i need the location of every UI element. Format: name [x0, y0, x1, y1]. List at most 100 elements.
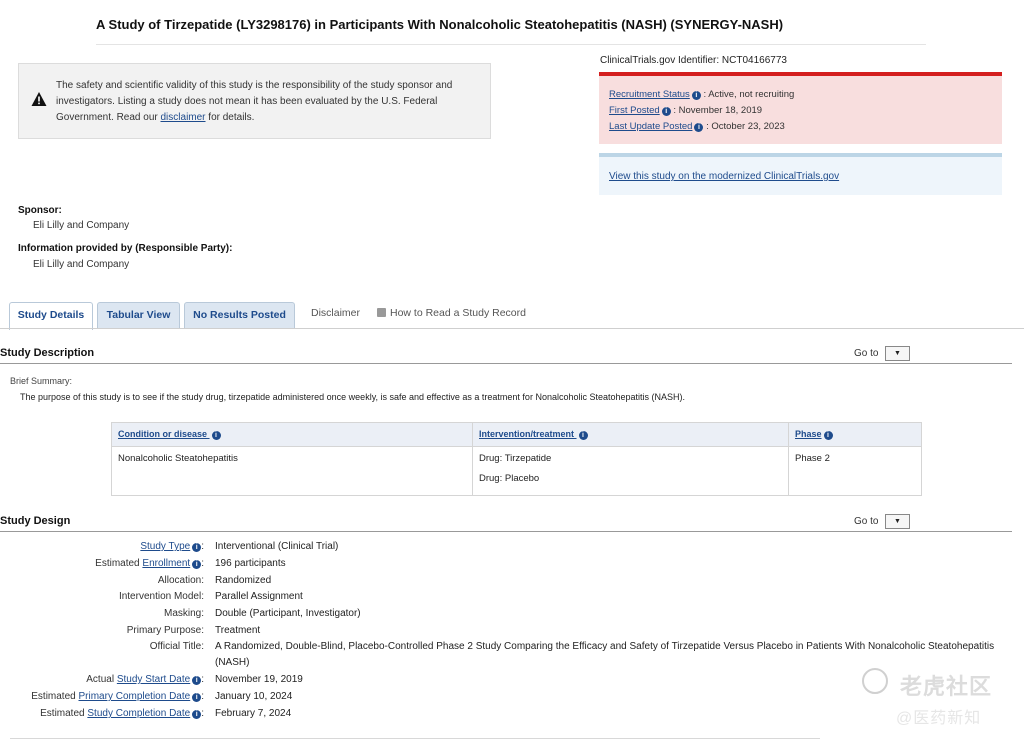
section-divider: [0, 531, 1012, 532]
design-value: Interventional (Clinical Trial): [215, 541, 339, 552]
sponsor-value: Eli Lilly and Company: [33, 220, 130, 231]
info-icon[interactable]: i: [192, 710, 202, 719]
document-icon: [377, 308, 386, 317]
watermark: 老虎社区 @医药新知: [862, 668, 1022, 738]
tab-study-details[interactable]: Study Details: [9, 302, 93, 330]
modernized-site-link[interactable]: View this study on the modernized Clinic…: [609, 171, 839, 182]
intervention-item: Drug: Tirzepatide: [479, 453, 552, 464]
recruitment-status-value: : Active, not recruiting: [703, 89, 795, 100]
notice-text: The safety and scientific validity of th…: [56, 78, 476, 126]
bottom-divider: [10, 738, 820, 739]
chevron-down-icon: ▼: [894, 518, 901, 525]
design-key: Estimated Study Completion Date i:: [40, 708, 204, 719]
how-to-read-label: How to Read a Study Record: [390, 307, 526, 319]
status-box: Recruitment Status i : Active, not recrui…: [599, 72, 1002, 144]
study-identifier: ClinicalTrials.gov Identifier: NCT041667…: [600, 55, 787, 66]
page-title: A Study of Tirzepatide (LY3298176) in Pa…: [96, 17, 784, 32]
study-design-heading: Study Design: [0, 515, 71, 527]
responsible-party-label: Information provided by (Responsible Par…: [18, 243, 233, 254]
table-row: Nonalcoholic Steatohepatitis Drug: Tirze…: [111, 446, 922, 496]
recruitment-status-row: Recruitment Status i : Active, not recrui…: [609, 89, 794, 100]
design-key: Estimated Primary Completion Date i:: [31, 691, 204, 702]
info-icon[interactable]: i: [192, 676, 202, 685]
responsible-party-value: Eli Lilly and Company: [33, 259, 130, 270]
info-icon[interactable]: i: [691, 91, 701, 100]
design-key: Masking:: [163, 608, 204, 619]
design-key: Intervention Model:: [118, 591, 204, 602]
conditions-table: Condition or disease i Intervention/trea…: [111, 422, 922, 496]
modernized-link-box: View this study on the modernized Clinic…: [599, 153, 1002, 195]
first-posted-row: First Posted i : November 18, 2019: [609, 105, 762, 116]
first-posted-value: : November 18, 2019: [673, 105, 763, 116]
notice-text-after: for details.: [205, 112, 255, 123]
condition-header-label: Condition or disease: [118, 429, 208, 439]
info-icon[interactable]: i: [578, 431, 588, 440]
tab-disclaimer[interactable]: Disclaimer: [311, 307, 360, 319]
design-value: Randomized: [215, 575, 272, 586]
design-key: Study Type i:: [140, 541, 204, 552]
last-update-row: Last Update Posted i : October 23, 2023: [609, 121, 785, 132]
warning-icon: [31, 92, 47, 106]
tab-no-results-posted[interactable]: No Results Posted: [184, 302, 295, 329]
phase-cell: Phase 2: [788, 446, 922, 496]
info-icon[interactable]: i: [823, 431, 833, 440]
study-type-link[interactable]: Study Type: [140, 541, 190, 552]
design-value: (NASH): [215, 657, 250, 668]
goto-dropdown-button[interactable]: ▼: [885, 346, 910, 361]
phase-header-label: Phase: [795, 429, 822, 439]
tabs-divider: [0, 328, 1024, 329]
brief-summary-text: The purpose of this study is to see if t…: [20, 392, 686, 402]
goto-label: Go to: [854, 516, 879, 527]
brief-summary-label: Brief Summary:: [10, 376, 73, 386]
design-value: A Randomized, Double-Blind, Placebo-Cont…: [215, 641, 995, 652]
study-start-date-link[interactable]: Study Start Date: [117, 674, 190, 685]
condition-header[interactable]: Condition or disease i: [111, 422, 473, 447]
condition-cell: Nonalcoholic Steatohepatitis: [111, 446, 473, 496]
info-icon[interactable]: i: [661, 107, 671, 116]
goto-label: Go to: [854, 348, 879, 359]
watermark-sub-text: @医药新知: [896, 710, 982, 727]
last-update-value: : October 23, 2023: [706, 121, 785, 132]
design-value: Parallel Assignment: [215, 591, 303, 602]
disclaimer-notice: The safety and scientific validity of th…: [18, 63, 491, 139]
design-value: February 7, 2024: [215, 708, 292, 719]
table-header-row: Condition or disease i Intervention/trea…: [111, 422, 922, 447]
design-value: November 19, 2019: [215, 674, 303, 685]
design-value: Double (Participant, Investigator): [215, 608, 361, 619]
identifier-value: NCT04166773: [721, 55, 787, 66]
tab-tabular-view[interactable]: Tabular View: [97, 302, 180, 329]
design-value: January 10, 2024: [215, 691, 293, 702]
design-key: Actual Study Start Date i:: [86, 674, 204, 685]
phase-header[interactable]: Phase i: [788, 422, 922, 447]
recruitment-status-link[interactable]: Recruitment Status: [609, 89, 690, 100]
info-icon[interactable]: i: [192, 560, 202, 569]
info-icon[interactable]: i: [211, 431, 221, 440]
tab-how-to-read[interactable]: How to Read a Study Record: [377, 307, 526, 319]
intervention-header[interactable]: Intervention/treatment i: [472, 422, 789, 447]
design-key: Primary Purpose:: [126, 625, 204, 636]
primary-completion-date-link[interactable]: Primary Completion Date: [79, 691, 191, 702]
intervention-item: Drug: Placebo: [479, 473, 540, 484]
chevron-down-icon: ▼: [894, 350, 901, 357]
intervention-cell: Drug: Tirzepatide Drug: Placebo: [472, 446, 789, 496]
info-icon[interactable]: i: [192, 693, 202, 702]
study-completion-date-link[interactable]: Study Completion Date: [87, 708, 190, 719]
info-icon[interactable]: i: [192, 543, 202, 552]
info-icon[interactable]: i: [694, 123, 704, 132]
watermark-logo-icon: [862, 668, 888, 694]
goto-dropdown-button[interactable]: ▼: [885, 514, 910, 529]
section-divider: [0, 363, 1012, 364]
sponsor-label: Sponsor:: [18, 205, 62, 216]
identifier-label: ClinicalTrials.gov Identifier:: [600, 55, 720, 66]
study-description-heading: Study Description: [0, 347, 95, 359]
first-posted-link[interactable]: First Posted: [609, 105, 660, 116]
last-update-link[interactable]: Last Update Posted: [609, 121, 692, 132]
disclaimer-link[interactable]: disclaimer: [161, 112, 206, 123]
design-key: Allocation:: [157, 575, 204, 586]
title-divider: [96, 44, 926, 45]
watermark-main-text: 老虎社区: [900, 674, 993, 699]
design-value: Treatment: [215, 625, 261, 636]
design-key: Estimated Enrollment i:: [95, 558, 204, 569]
design-value: 196 participants: [215, 558, 286, 569]
enrollment-link[interactable]: Enrollment: [142, 558, 190, 569]
